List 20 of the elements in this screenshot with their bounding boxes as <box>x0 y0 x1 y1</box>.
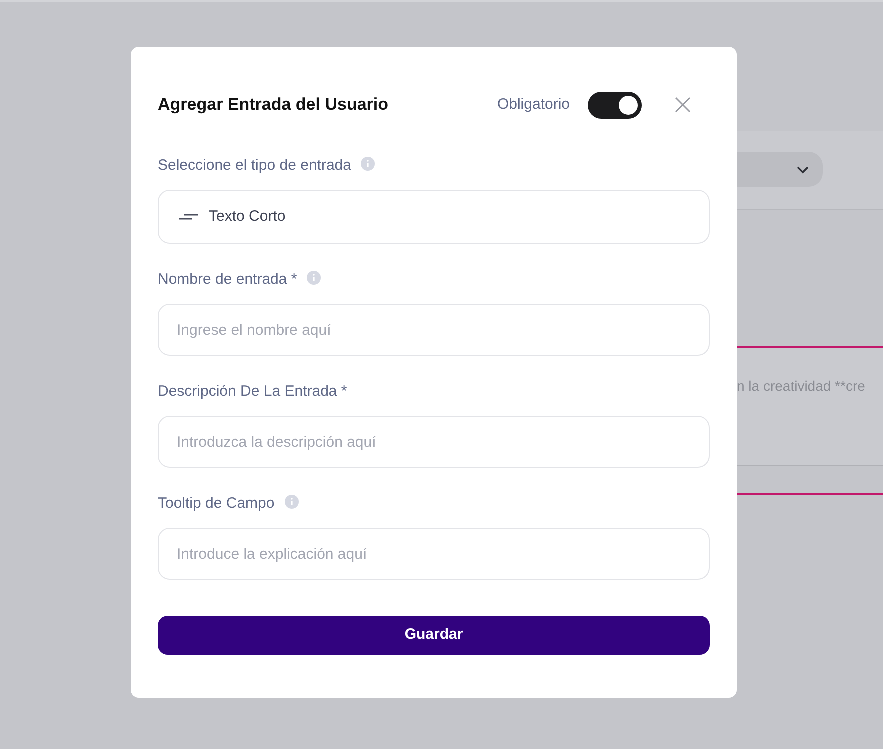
input-field[interactable]: Introduzca la descripción aquí <box>158 416 710 468</box>
chevron-down-icon <box>797 166 809 174</box>
input-field[interactable]: Ingrese el nombre aquí <box>158 304 710 356</box>
info-icon <box>284 495 299 509</box>
field-label: Descripción De La Entrada * <box>158 382 348 402</box>
info-icon <box>361 157 376 171</box>
save-button[interactable]: Guardar <box>158 616 710 655</box>
input-type-select[interactable]: Texto Corto <box>158 190 710 244</box>
toggle-label: Obligatorio <box>497 94 570 115</box>
required-toggle[interactable] <box>588 92 642 118</box>
background-text: n la creatividad **cre <box>737 377 866 396</box>
close-icon[interactable] <box>675 97 691 113</box>
input-field[interactable]: Introduce la explicación aquí <box>158 528 710 580</box>
dialog-title: Agregar Entrada del Usuario <box>158 94 390 116</box>
field-label: Nombre de entrada * <box>158 270 298 290</box>
select-value: Texto Corto <box>209 206 286 227</box>
field-label: Tooltip de Campo <box>158 494 275 514</box>
field-label: Seleccione el tipo de entrada <box>158 156 352 176</box>
short-text-icon <box>179 214 198 220</box>
info-icon <box>307 271 322 285</box>
